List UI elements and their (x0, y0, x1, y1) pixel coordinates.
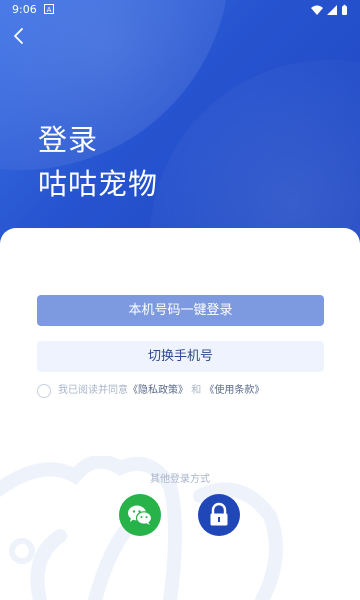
chevron-left-icon (14, 28, 23, 44)
system-icons (310, 4, 350, 19)
title-line-1: 登录 (38, 123, 99, 157)
status-bar: 9:06 A (0, 0, 360, 20)
status-time: 9:06 (12, 3, 37, 16)
login-panel: 本机号码一键登录 切换手机号 我已阅读并同意《隐私政策》 和 《使用条款》 其他… (0, 228, 360, 600)
battery-icon (342, 4, 347, 15)
password-login-button[interactable] (198, 494, 240, 536)
switch-phone-button[interactable]: 切换手机号 (37, 341, 324, 372)
wifi-icon (311, 5, 323, 15)
page-title: 登录 咕咕宠物 (38, 118, 158, 206)
terms-link[interactable]: 《使用条款》 (204, 385, 264, 396)
title-line-2: 咕咕宠物 (38, 167, 159, 201)
lock-icon (210, 502, 228, 526)
privacy-policy-link[interactable]: 《隐私政策》 (128, 385, 188, 396)
other-login-label: 其他登录方式 (150, 474, 210, 485)
agreement-checkbox[interactable] (37, 384, 51, 398)
wechat-login-button[interactable] (119, 494, 161, 536)
agreement-prefix: 我已阅读并同意 (58, 385, 128, 396)
one-click-login-button[interactable]: 本机号码一键登录 (37, 295, 324, 326)
agreement-and: 和 (191, 385, 202, 396)
svg-text:A: A (47, 6, 52, 14)
wechat-icon (128, 505, 153, 525)
signal-icon (327, 5, 337, 15)
back-button[interactable] (10, 26, 30, 46)
notification-icon: A (44, 4, 54, 17)
agreement-text: 我已阅读并同意《隐私政策》 和 《使用条款》 (58, 383, 264, 399)
